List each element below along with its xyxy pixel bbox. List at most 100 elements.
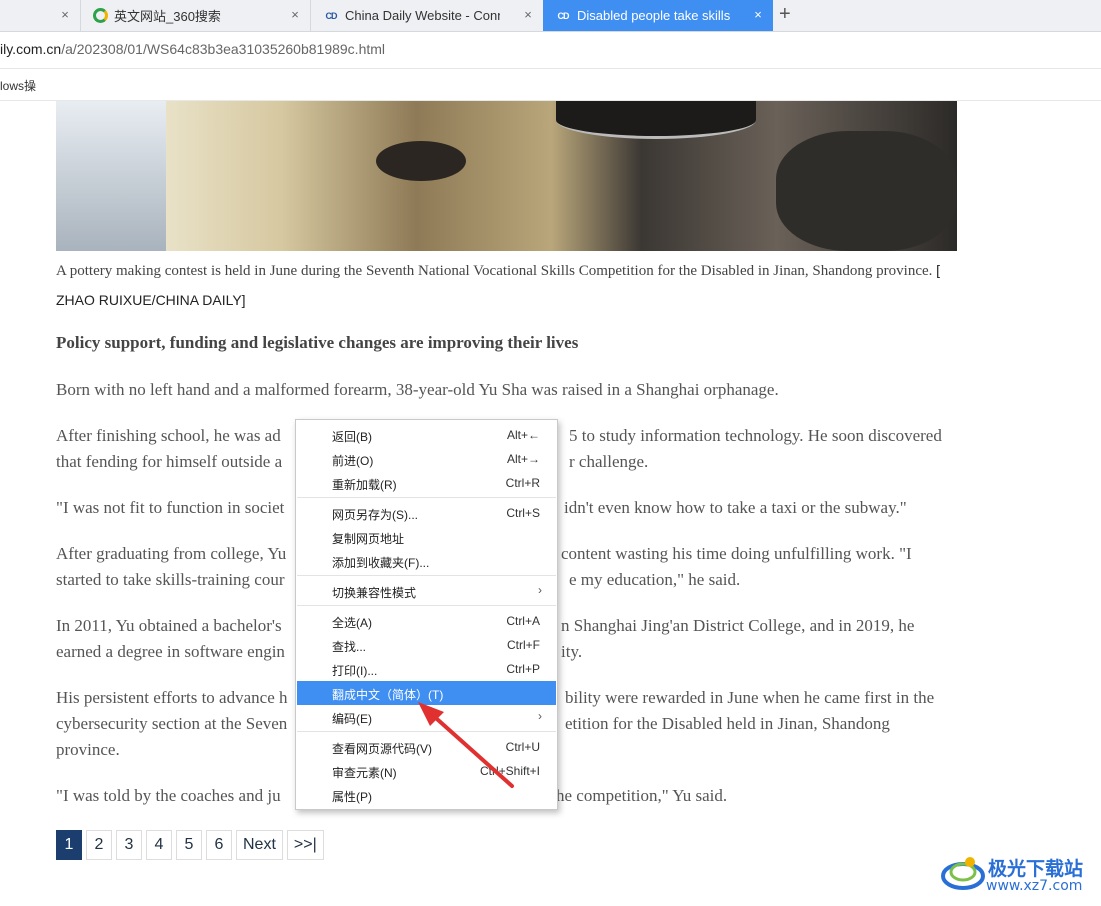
menu-item-find[interactable]: 查找... Ctrl+F <box>297 633 556 657</box>
menu-item-shortcut: Ctrl+R <box>505 476 540 490</box>
menu-item-label: 全选(A) <box>332 616 372 630</box>
menu-item-label: 编码(E) <box>332 712 372 726</box>
watermark-logo: 极光下载站 www.xz7.com <box>940 850 1100 900</box>
360-search-icon <box>93 8 108 23</box>
text-fragment: "I was told by the coaches and ju <box>56 786 281 805</box>
page-4-button[interactable]: 4 <box>146 830 172 860</box>
photo-caption: A pottery making contest is held in June… <box>56 256 956 316</box>
text-fragment: r challenge. <box>569 452 649 471</box>
address-bar[interactable]: ily.com.cn/a/202308/01/WS64c83b3ea310352… <box>0 32 1101 69</box>
page-5-button[interactable]: 5 <box>176 830 202 860</box>
photo-region <box>776 131 956 251</box>
menu-item-properties[interactable]: 属性(P) <box>297 783 556 807</box>
tab-360-search[interactable]: 英文网站_360搜索 × <box>80 0 310 31</box>
menu-item-shortcut: Ctrl+P <box>506 662 540 676</box>
menu-item-shortcut: Ctrl+Shift+I <box>479 764 540 778</box>
menu-item-reload[interactable]: 重新加载(R) Ctrl+R <box>297 471 556 495</box>
chevron-right-icon: › <box>538 709 542 723</box>
menu-item-inspect[interactable]: 审查元素(N) Ctrl+Shift+I <box>297 759 556 783</box>
photo-region <box>376 141 466 181</box>
chinadaily-icon: CD <box>557 10 570 21</box>
next-page-button[interactable]: Next <box>236 830 283 860</box>
text-fragment: 5 to study information technology. He so… <box>569 426 942 445</box>
menu-item-label: 重新加载(R) <box>332 478 397 492</box>
tab-title: China Daily Website - Connec <box>345 8 500 23</box>
tab-active-article[interactable]: CD Disabled people take skills r × <box>543 0 773 31</box>
menu-item-print[interactable]: 打印(I)... Ctrl+P <box>297 657 556 681</box>
tab-title: Disabled people take skills r <box>577 8 732 23</box>
text-fragment: idn't even know how to take a taxi or th… <box>564 498 907 517</box>
chevron-right-icon: › <box>538 583 542 597</box>
watermark-title: 极光下载站 <box>988 858 1084 880</box>
new-tab-button[interactable]: + <box>779 3 791 26</box>
tab-partial[interactable]: × <box>0 0 80 31</box>
menu-item-label: 切换兼容性模式 <box>332 586 417 600</box>
text-fragment: earned a degree in software engin <box>56 642 285 661</box>
text-fragment: started to take skills-training cour <box>56 570 285 589</box>
menu-item-label: 前进(O) <box>332 454 374 468</box>
watermark-url: www.xz7.com <box>986 878 1083 894</box>
menu-item-back[interactable]: 返回(B) Alt+← <box>297 423 556 447</box>
watermark-swirl-icon <box>941 857 985 890</box>
tab-close-icon[interactable]: × <box>58 7 72 22</box>
menu-item-label: 返回(B) <box>332 430 372 444</box>
text-fragment: In 2011, Yu obtained a bachelor's <box>56 616 282 635</box>
tab-close-icon[interactable]: × <box>288 7 302 22</box>
text-fragment: content wasting his time doing unfulfill… <box>561 544 912 563</box>
menu-separator <box>297 605 556 606</box>
menu-item-shortcut: Ctrl+F <box>507 638 540 652</box>
bookmark-bar: lows操 <box>0 69 1101 101</box>
menu-item-compat-mode[interactable]: 切换兼容性模式 › <box>297 579 556 603</box>
text-fragment: "I was not fit to function in societ <box>56 498 285 517</box>
last-page-button[interactable]: >>| <box>286 830 324 860</box>
menu-item-label: 审查元素(N) <box>332 766 397 780</box>
menu-item-label: 查看网页源代码(V) <box>332 742 432 756</box>
page-3-button[interactable]: 3 <box>116 830 142 860</box>
menu-item-label: 查找... <box>332 640 367 654</box>
paragraph-1: Born with no left hand and a malformed f… <box>56 380 779 399</box>
page-2-button[interactable]: 2 <box>86 830 112 860</box>
menu-item-shortcut: Ctrl+A <box>506 614 540 628</box>
url-path: /a/202308/01/WS64c83b3ea31035260b81989c.… <box>61 41 386 57</box>
menu-item-select-all[interactable]: 全选(A) Ctrl+A <box>297 609 556 633</box>
context-menu: 返回(B) Alt+← 前进(O) Alt+→ 重新加载(R) Ctrl+R 网页另存… <box>295 419 558 810</box>
tab-bar: × 英文网站_360搜索 × CD China Daily Website - … <box>0 0 1101 32</box>
text-fragment: After graduating from college, Yu <box>56 544 287 563</box>
photo-region <box>556 101 756 139</box>
tab-china-daily[interactable]: CD China Daily Website - Connec × <box>310 0 543 31</box>
menu-item-save-as[interactable]: 网页另存为(S)... Ctrl+S <box>297 501 556 525</box>
menu-item-shortcut: Ctrl+U <box>505 740 540 754</box>
page-1-button[interactable]: 1 <box>56 830 82 860</box>
menu-item-label: 网页另存为(S)... <box>332 508 418 522</box>
menu-item-translate[interactable]: 翻成中文（简体）(T) <box>297 681 556 705</box>
menu-item-copy-url[interactable]: 复制网页地址 <box>297 525 556 549</box>
url-text[interactable]: ily.com.cn/a/202308/01/WS64c83b3ea310352… <box>0 41 385 57</box>
text-fragment: ity. <box>561 642 583 661</box>
url-domain: ily.com.cn <box>0 41 62 57</box>
tab-close-icon[interactable]: × <box>521 7 535 22</box>
menu-item-label: 添加到收藏夹(F)... <box>332 556 430 570</box>
text-fragment: he competition," Yu said. <box>556 786 728 805</box>
menu-item-view-source[interactable]: 查看网页源代码(V) Ctrl+U <box>297 735 556 759</box>
chinadaily-icon: CD <box>325 10 338 21</box>
menu-item-add-favorite[interactable]: 添加到收藏夹(F)... <box>297 549 556 573</box>
menu-item-shortcut: Alt+→ <box>506 452 540 466</box>
menu-item-encoding[interactable]: 编码(E) › <box>297 705 556 729</box>
menu-item-label: 翻成中文（简体）(T) <box>332 688 444 702</box>
text-fragment: e my education," he said. <box>569 570 741 589</box>
pagination: 1 2 3 4 5 6 Next >>| <box>56 830 324 860</box>
menu-item-label: 属性(P) <box>332 790 372 804</box>
page-6-button[interactable]: 6 <box>206 830 232 860</box>
bookmark-item[interactable]: lows操 <box>0 77 36 94</box>
menu-item-label: 打印(I)... <box>332 664 378 678</box>
menu-item-shortcut: Ctrl+S <box>506 506 540 520</box>
tab-close-icon[interactable]: × <box>751 7 765 22</box>
text-fragment: n Shanghai Jing'an District College, and… <box>561 616 915 635</box>
menu-item-forward[interactable]: 前进(O) Alt+→ <box>297 447 556 471</box>
photo-region <box>56 101 166 251</box>
menu-separator <box>297 497 556 498</box>
caption-text: A pottery making contest is held in June… <box>56 263 933 279</box>
text-fragment: cybersecurity section at the Seven <box>56 714 288 733</box>
text-fragment: bility were rewarded in June when he cam… <box>565 688 935 707</box>
menu-item-label: 复制网页地址 <box>332 532 405 546</box>
